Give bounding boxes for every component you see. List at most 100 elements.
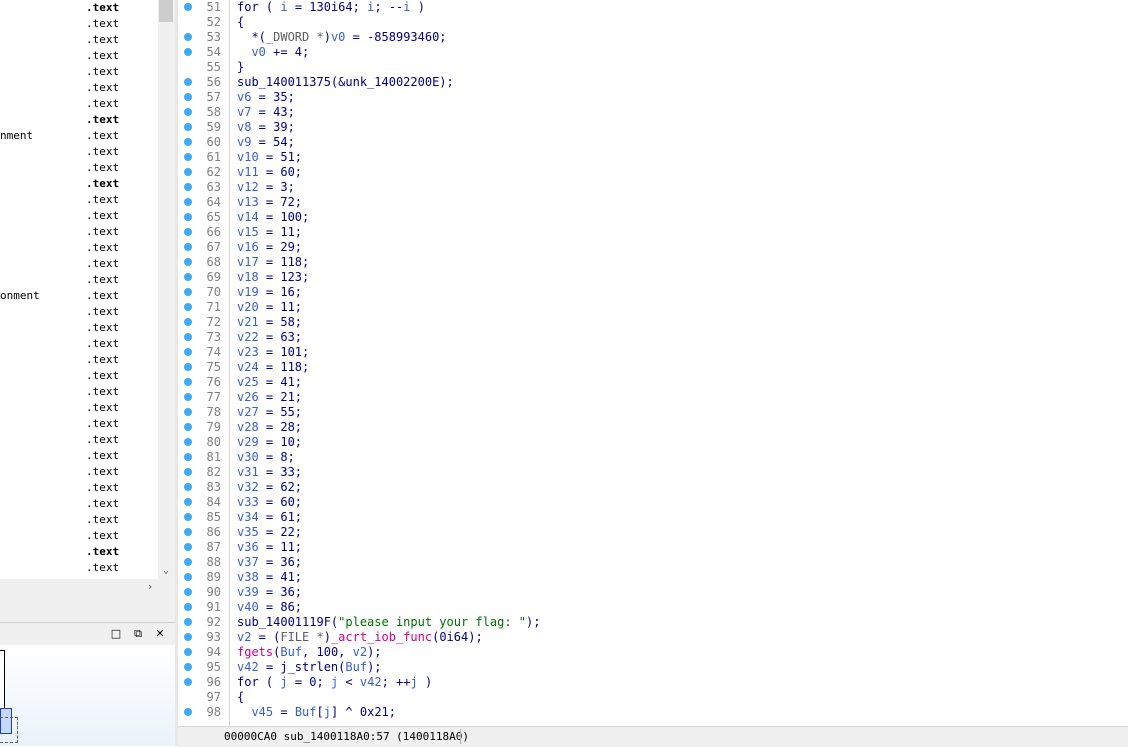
code-line[interactable]: 70 v19 = 16;: [178, 285, 1128, 300]
chevron-right-icon[interactable]: ›: [142, 579, 158, 595]
code-text[interactable]: }: [237, 60, 244, 75]
breakpoint-dot-icon[interactable]: [184, 33, 192, 41]
breakpoint-dot-icon[interactable]: [184, 618, 192, 626]
code-text[interactable]: v34 = 61;: [237, 510, 302, 525]
restore-window-icon[interactable]: □: [108, 626, 124, 642]
code-text[interactable]: v12 = 3;: [237, 180, 295, 195]
code-line[interactable]: 90 v39 = 36;: [178, 585, 1128, 600]
code-text[interactable]: for ( j = 0; j < v42; ++j ): [237, 675, 432, 690]
function-list-row[interactable]: .text: [0, 400, 158, 416]
breakpoint-dot-icon[interactable]: [184, 123, 192, 131]
code-text[interactable]: sub_14001119F("please input your flag: "…: [237, 615, 540, 630]
function-list-row[interactable]: .text: [0, 256, 158, 272]
code-line[interactable]: 88 v37 = 36;: [178, 555, 1128, 570]
code-text[interactable]: v45 = Buf[j] ^ 0x21;: [237, 705, 396, 720]
code-line[interactable]: 71 v20 = 11;: [178, 300, 1128, 315]
function-list-row[interactable]: .text: [0, 272, 158, 288]
code-line[interactable]: 55}: [178, 60, 1128, 75]
code-text[interactable]: fgets(Buf, 100, v2);: [237, 645, 382, 660]
breakpoint-dot-icon[interactable]: [184, 678, 192, 686]
function-list-row[interactable]: .text: [0, 528, 158, 544]
breakpoint-dot-icon[interactable]: [184, 408, 192, 416]
breakpoint-dot-icon[interactable]: [184, 258, 192, 266]
breakpoint-dot-icon[interactable]: [184, 468, 192, 476]
breakpoint-dot-icon[interactable]: [184, 3, 192, 11]
code-text[interactable]: v36 = 11;: [237, 540, 302, 555]
function-list-row[interactable]: .text: [0, 64, 158, 80]
code-line[interactable]: 93 v2 = (FILE *)_acrt_iob_func(0i64);: [178, 630, 1128, 645]
code-line[interactable]: 60 v9 = 54;: [178, 135, 1128, 150]
breakpoint-dot-icon[interactable]: [184, 528, 192, 536]
code-text[interactable]: v11 = 60;: [237, 165, 302, 180]
function-list-row[interactable]: .text: [0, 144, 158, 160]
code-line[interactable]: 67 v16 = 29;: [178, 240, 1128, 255]
code-line[interactable]: 66 v15 = 11;: [178, 225, 1128, 240]
code-line[interactable]: 97 {: [178, 690, 1128, 705]
function-list-row[interactable]: .text: [0, 192, 158, 208]
code-text[interactable]: v2 = (FILE *)_acrt_iob_func(0i64);: [237, 630, 483, 645]
function-list-row[interactable]: .text: [0, 352, 158, 368]
breakpoint-dot-icon[interactable]: [184, 198, 192, 206]
code-line[interactable]: 52 {: [178, 15, 1128, 30]
breakpoint-dot-icon[interactable]: [184, 93, 192, 101]
code-line[interactable]: 80 v29 = 10;: [178, 435, 1128, 450]
function-list-row[interactable]: .text: [0, 480, 158, 496]
breakpoint-dot-icon[interactable]: [184, 558, 192, 566]
code-line[interactable]: 54 v0 += 4;: [178, 45, 1128, 60]
code-line[interactable]: 53 *(_DWORD *)v0 = -858993460;: [178, 30, 1128, 45]
code-text[interactable]: v19 = 16;: [237, 285, 302, 300]
breakpoint-dot-icon[interactable]: [184, 393, 192, 401]
code-text[interactable]: v37 = 36;: [237, 555, 302, 570]
function-list-row[interactable]: .text: [0, 96, 158, 112]
code-line[interactable]: 91 v40 = 86;: [178, 600, 1128, 615]
breakpoint-dot-icon[interactable]: [184, 543, 192, 551]
function-list-row[interactable]: nment .text: [0, 128, 158, 144]
breakpoint-dot-icon[interactable]: [184, 213, 192, 221]
code-text[interactable]: v15 = 11;: [237, 225, 302, 240]
code-text[interactable]: v6 = 35;: [237, 90, 295, 105]
code-line[interactable]: 94 fgets(Buf, 100, v2);: [178, 645, 1128, 660]
close-icon[interactable]: ✕: [152, 626, 168, 642]
code-text[interactable]: v31 = 33;: [237, 465, 302, 480]
breakpoint-dot-icon[interactable]: [184, 603, 192, 611]
code-line[interactable]: 58 v7 = 43;: [178, 105, 1128, 120]
breakpoint-dot-icon[interactable]: [184, 333, 192, 341]
function-list-row[interactable]: .text: [0, 416, 158, 432]
breakpoint-dot-icon[interactable]: [184, 453, 192, 461]
breakpoint-dot-icon[interactable]: [184, 633, 192, 641]
code-line[interactable]: 51 for ( i = 130i64; i; --i ): [178, 0, 1128, 15]
code-line[interactable]: 56 sub_140011375(&unk_14002200E);: [178, 75, 1128, 90]
code-text[interactable]: v17 = 118;: [237, 255, 309, 270]
code-text[interactable]: v18 = 123;: [237, 270, 309, 285]
float-window-icon[interactable]: ⧉: [130, 626, 146, 642]
function-list-row[interactable]: .text: [0, 432, 158, 448]
breakpoint-dot-icon[interactable]: [184, 573, 192, 581]
code-line[interactable]: 86 v35 = 22;: [178, 525, 1128, 540]
code-line[interactable]: 95 v42 = j_strlen(Buf);: [178, 660, 1128, 675]
code-text[interactable]: *(_DWORD *)v0 = -858993460;: [237, 30, 446, 45]
breakpoint-dot-icon[interactable]: [184, 438, 192, 446]
function-list-row[interactable]: .text: [0, 368, 158, 384]
code-text[interactable]: sub_140011375(&unk_14002200E);: [237, 75, 454, 90]
code-line[interactable]: 87 v36 = 11;: [178, 540, 1128, 555]
function-list-row[interactable]: .text: [0, 496, 158, 512]
breakpoint-dot-icon[interactable]: [184, 273, 192, 281]
breakpoint-dot-icon[interactable]: [184, 663, 192, 671]
breakpoint-dot-icon[interactable]: [184, 48, 192, 56]
code-text[interactable]: v30 = 8;: [237, 450, 295, 465]
function-list-row[interactable]: .text: [0, 240, 158, 256]
breakpoint-dot-icon[interactable]: [184, 138, 192, 146]
function-list-vertical-scrollbar[interactable]: ⌄: [158, 0, 174, 579]
code-line[interactable]: 69 v18 = 123;: [178, 270, 1128, 285]
code-text[interactable]: v13 = 72;: [237, 195, 302, 210]
function-list-row[interactable]: .text: [0, 464, 158, 480]
chevron-down-icon[interactable]: ⌄: [158, 563, 174, 579]
code-text[interactable]: v24 = 118;: [237, 360, 309, 375]
code-line[interactable]: 68 v17 = 118;: [178, 255, 1128, 270]
code-line[interactable]: 61 v10 = 51;: [178, 150, 1128, 165]
function-list-row[interactable]: .text: [0, 560, 158, 576]
function-list-row[interactable]: .text: [0, 512, 158, 528]
function-list-row[interactable]: .text: [0, 80, 158, 96]
code-text[interactable]: v9 = 54;: [237, 135, 295, 150]
code-text[interactable]: {: [237, 690, 244, 705]
